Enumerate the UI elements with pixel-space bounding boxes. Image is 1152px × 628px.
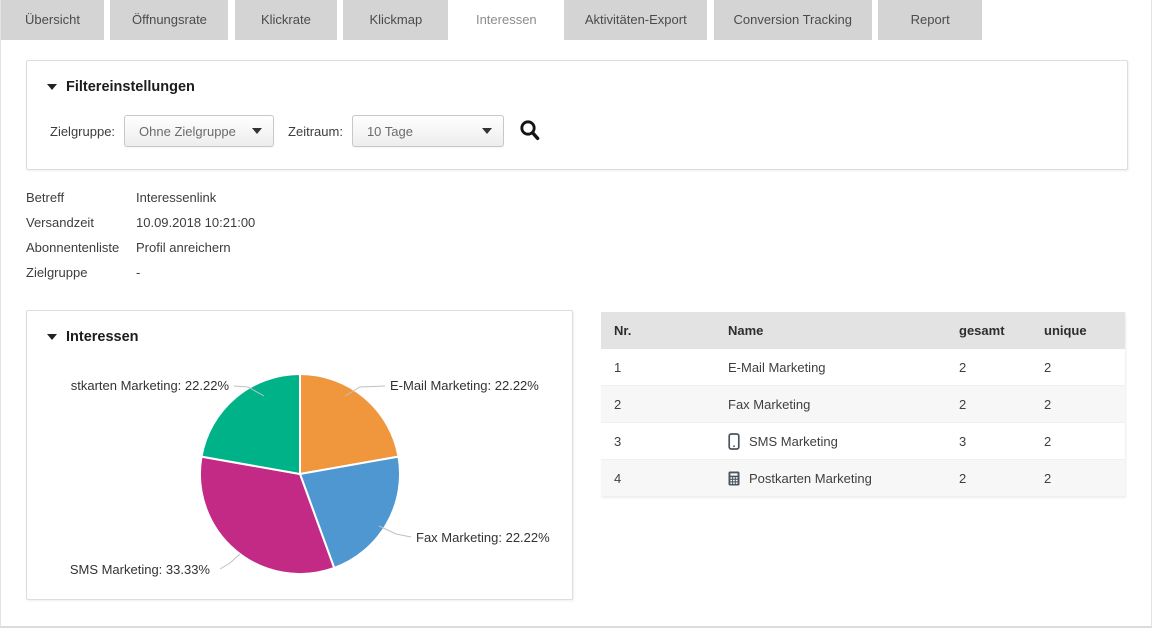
chevron-down-icon [252, 128, 262, 134]
table-row: 1 E-Mail Marketing 2 2 [601, 349, 1125, 386]
cell-unique: 2 [1031, 349, 1125, 386]
info-row-versandzeit: Versandzeit 10.09.2018 10:21:00 [26, 210, 255, 235]
cell-nr: 4 [601, 460, 715, 497]
filter-heading[interactable]: Filtereinstellungen [47, 79, 195, 95]
smartphone-icon [728, 433, 740, 450]
filter-title: Filtereinstellungen [66, 79, 195, 95]
col-header-nr: Nr. [601, 312, 715, 349]
cell-gesamt: 2 [946, 349, 1031, 386]
cell-unique: 2 [1031, 386, 1125, 423]
cell-unique: 2 [1031, 423, 1125, 460]
page: Übersicht Öffnungsrate Klickrate Klickma… [0, 0, 1152, 628]
chevron-down-icon [482, 128, 492, 134]
calculator-icon [728, 471, 740, 486]
tab-bar: Übersicht Öffnungsrate Klickrate Klickma… [1, 0, 1151, 40]
pie-label-sms: SMS Marketing: 33.33% [70, 562, 210, 577]
cell-name: Fax Marketing [715, 386, 946, 423]
cell-gesamt: 2 [946, 460, 1031, 497]
info-value: - [136, 265, 140, 280]
pie-label-postkarten: stkarten Marketing: 22.22% [71, 378, 229, 393]
tab-oeffnungsrate[interactable]: Öffnungsrate [110, 0, 228, 40]
zeitraum-selected-value: 10 Tage [367, 124, 413, 139]
table-header-row: Nr. Name gesamt unique [601, 312, 1125, 349]
info-row-abonnentenliste: Abonnentenliste Profil anreichern [26, 235, 255, 260]
interessen-table: Nr. Name gesamt unique 1 E-Mail Marketin… [601, 312, 1125, 497]
col-header-gesamt: gesamt [946, 312, 1031, 349]
tab-klickrate[interactable]: Klickrate [235, 0, 337, 40]
zeitraum-dropdown[interactable]: 10 Tage [352, 115, 504, 147]
cell-unique: 2 [1031, 460, 1125, 497]
info-label: Zielgruppe [26, 265, 136, 280]
tab-conversion-tracking[interactable]: Conversion Tracking [714, 0, 872, 40]
col-header-name: Name [715, 312, 946, 349]
mailing-info: Betreff Interessenlink Versandzeit 10.09… [26, 185, 255, 285]
label-connector-sms [220, 554, 240, 569]
cell-gesamt: 2 [946, 386, 1031, 423]
collapse-caret-icon [47, 84, 57, 90]
info-row-zielgruppe: Zielgruppe - [26, 260, 255, 285]
tab-uebersicht[interactable]: Übersicht [1, 0, 104, 40]
search-icon[interactable] [518, 118, 542, 144]
zeitraum-label: Zeitraum: [288, 124, 343, 139]
cell-nr: 1 [601, 349, 715, 386]
cell-name: E-Mail Marketing [715, 349, 946, 386]
zielgruppe-dropdown[interactable]: Ohne Zielgruppe [124, 115, 274, 147]
filter-controls: Zielgruppe: Ohne Zielgruppe Zeitraum: 10… [50, 115, 542, 147]
tab-aktivitaeten-export[interactable]: Aktivitäten-Export [564, 0, 707, 40]
tab-interessen[interactable]: Interessen [455, 0, 558, 40]
pie-label-fax: Fax Marketing: 22.22% [416, 530, 550, 545]
cell-name: SMS Marketing [715, 423, 946, 460]
info-label: Versandzeit [26, 215, 136, 230]
info-value: Profil anreichern [136, 240, 231, 255]
cell-gesamt: 3 [946, 423, 1031, 460]
zielgruppe-selected-value: Ohne Zielgruppe [139, 124, 236, 139]
cell-nr: 3 [601, 423, 715, 460]
tab-klickmap[interactable]: Klickmap [343, 0, 448, 40]
info-label: Betreff [26, 190, 136, 205]
cell-nr: 2 [601, 386, 715, 423]
zielgruppe-label: Zielgruppe: [50, 124, 115, 139]
pie-label-email: E-Mail Marketing: 22.22% [390, 378, 539, 393]
interessen-panel: Interessen stkarten Marketing: 22.22% E-… [26, 310, 573, 600]
info-label: Abonnentenliste [26, 240, 136, 255]
tab-report[interactable]: Report [878, 0, 982, 40]
table-row: 4 [601, 460, 1125, 497]
filter-panel: Filtereinstellungen Zielgruppe: Ohne Zie… [26, 60, 1128, 170]
table-row: 2 Fax Marketing 2 2 [601, 386, 1125, 423]
interessen-pie-chart [27, 311, 572, 599]
col-header-unique: unique [1031, 312, 1125, 349]
info-row-betreff: Betreff Interessenlink [26, 185, 255, 210]
info-value: 10.09.2018 10:21:00 [136, 215, 255, 230]
info-value: Interessenlink [136, 190, 216, 205]
cell-name: Postkarten Marketing [715, 460, 946, 497]
table-row: 3 SMS Marketing 3 [601, 423, 1125, 460]
